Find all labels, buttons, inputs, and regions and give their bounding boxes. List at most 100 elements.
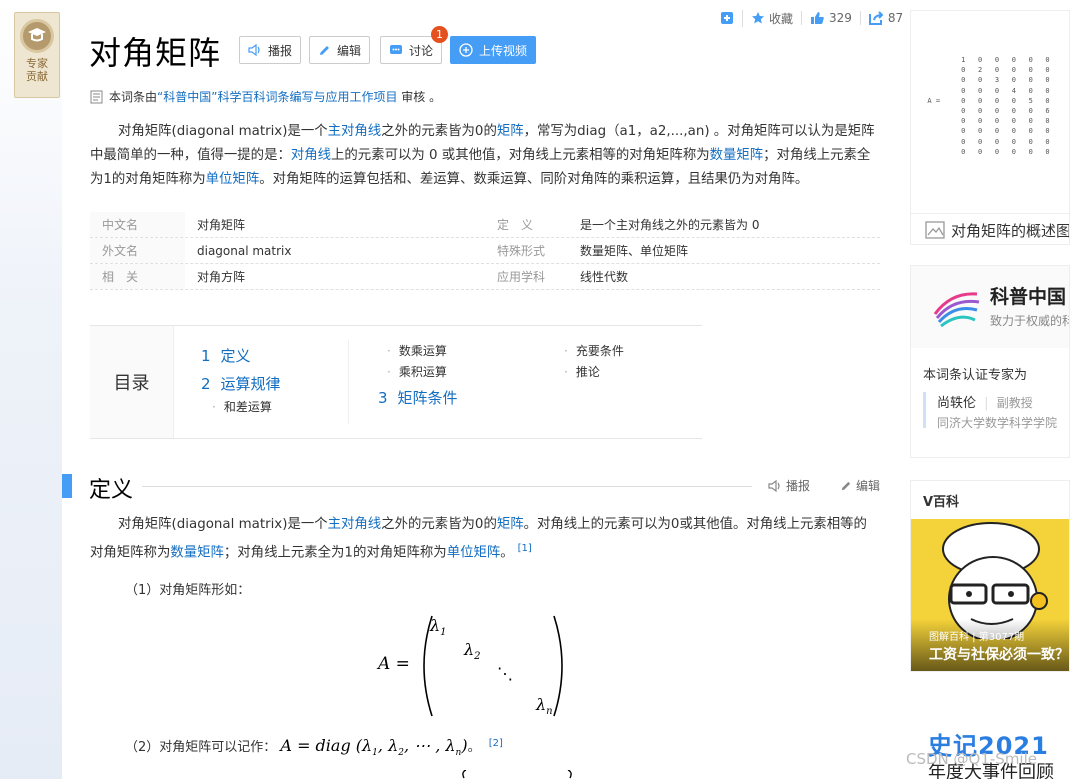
- video-thumbnail[interactable]: 图解百科 | 第3077期 工资与社保必须一致？: [911, 519, 1069, 671]
- expert-contribution-badge[interactable]: 专家 贡献: [14, 12, 60, 98]
- info-value: 对角方阵: [197, 270, 246, 284]
- page-title: 对角矩阵: [89, 34, 222, 72]
- expert-org: 同济大学数学科学学院: [937, 416, 1058, 430]
- info-key: 相 关: [90, 264, 185, 289]
- info-row: 相 关 对角方阵 应用学科 线性代数: [90, 264, 880, 290]
- vbaike-title: V百科: [923, 495, 960, 510]
- toc-sub-product[interactable]: 乘积运算: [387, 363, 447, 380]
- album-caption: 对角矩阵的概述图: [950, 221, 1070, 240]
- intro-text: 上的元素可以为 0 或其他值，对角线上元素相等的对角矩阵称为: [331, 148, 710, 163]
- info-value-link[interactable]: 线性代数: [580, 268, 880, 285]
- link-main-diagonal[interactable]: 主对角线: [328, 517, 382, 532]
- link-diagonal[interactable]: 对角线: [291, 148, 331, 163]
- section-edit-button[interactable]: 编辑: [840, 477, 880, 494]
- add-button[interactable]: [712, 11, 742, 25]
- info-value: 数量矩阵、单位矩阵: [580, 244, 689, 258]
- toc-separator: [348, 340, 349, 424]
- section-report-button[interactable]: 播报: [768, 477, 810, 494]
- lambda-1: λ1: [430, 616, 447, 639]
- expert-name-row[interactable]: 尚轶伦 | 副教授: [937, 392, 1033, 411]
- toc-sub-iff[interactable]: 充要条件: [564, 342, 624, 359]
- basic-info-table: 中文名 对角矩阵 定 义 是一个主对角线之外的元素皆为 0 外文名 diagon…: [90, 212, 880, 290]
- plus-circle-icon: [459, 43, 473, 57]
- section-edit-label: 编辑: [856, 479, 881, 493]
- table-of-contents: 目录 1 定义 2 运算规律 和差运算 数乘运算 乘积运算 3 矩阵条件 充要条件 推…: [90, 325, 702, 439]
- chat-icon: [390, 44, 402, 54]
- link-scalar-matrix[interactable]: 数量矩阵: [710, 148, 764, 163]
- video-tag: 图解百科 | 第3077期: [929, 632, 1025, 643]
- like-button[interactable]: 329: [801, 11, 860, 25]
- top-action-bar: 收藏 329 87: [712, 8, 911, 28]
- info-key: 中文名: [90, 212, 185, 237]
- toc-label: 矩阵条件: [397, 389, 458, 407]
- section-report-label: 播报: [786, 479, 811, 493]
- left-strip: [0, 0, 62, 779]
- review-suffix: 审核 。: [401, 90, 442, 104]
- info-key: 特殊形式: [497, 244, 546, 258]
- section-title: 定义: [89, 478, 134, 503]
- toc-label: 定义: [220, 347, 251, 365]
- section-header-definition: 定义 播报 编辑: [62, 472, 882, 503]
- kepu-slogan: 致力于权威的科学传播: [990, 314, 1069, 328]
- def-text: 。: [500, 545, 514, 561]
- plus-square-icon: [721, 12, 733, 24]
- math-a-equals: A =: [378, 654, 410, 674]
- upload-video-button[interactable]: 上传视频: [450, 36, 537, 64]
- kepu-logo-icon: [933, 292, 980, 328]
- kepu-card: 科普中国 致力于权威的科学传播 本词条认证专家为 尚轶伦 | 副教授 同济大学数…: [910, 265, 1070, 458]
- reference-2[interactable]: [2]: [489, 738, 503, 749]
- info-row: 中文名 对角矩阵 定 义 是一个主对角线之外的元素皆为 0: [90, 212, 880, 238]
- toc-item-definition[interactable]: 1 定义: [201, 345, 251, 366]
- item-2-text: （2）对角矩阵可以记作：: [125, 740, 277, 755]
- share-button[interactable]: 87: [859, 11, 911, 25]
- diag-formula: A = diag (λ1, λ2, ⋯ , λn): [280, 736, 468, 759]
- info-key: 定 义: [497, 218, 534, 232]
- album-caption-bar: 对角矩阵的概述图: [911, 213, 1070, 244]
- def-text: ；对角线上元素全为1的对角矩阵称为: [223, 545, 447, 561]
- share-count: 87: [887, 11, 904, 25]
- upload-label: 上传视频: [479, 43, 528, 58]
- link-scalar-matrix[interactable]: 数量矩阵: [170, 545, 224, 560]
- favorite-button[interactable]: 收藏: [742, 9, 801, 27]
- kepu-header[interactable]: 科普中国 致力于权威的科学传播: [911, 266, 1069, 348]
- toc-sub-scalar-mul[interactable]: 数乘运算: [387, 342, 447, 359]
- report-button[interactable]: 播报: [239, 36, 302, 64]
- review-prefix: 本词条由: [109, 90, 158, 104]
- next-matrix-parens: [462, 770, 572, 779]
- toc-item-rules[interactable]: 2 运算规律: [201, 373, 281, 394]
- info-value: 对角矩阵: [197, 218, 246, 232]
- speaker-icon: [768, 479, 780, 492]
- toc-num: 2: [201, 375, 211, 393]
- star-icon: [752, 12, 764, 24]
- link-main-diagonal[interactable]: 主对角线: [328, 124, 382, 139]
- video-title: 工资与社保必须一致？: [929, 647, 1069, 663]
- link-matrix[interactable]: 矩阵: [497, 124, 524, 139]
- intro-text: 之外的元素皆为0的: [381, 124, 497, 139]
- definition-paragraph: 对角矩阵(diagonal matrix)是一个主对角线之外的元素皆为0的矩阵。…: [90, 513, 880, 565]
- link-identity-matrix[interactable]: 单位矩阵: [206, 172, 260, 187]
- toc-sub-corollary[interactable]: 推论: [564, 363, 600, 380]
- lambda-n: λn: [536, 695, 553, 718]
- diagonal-dots: ⋱: [497, 664, 513, 683]
- item-1: （1）对角矩阵形如：: [125, 583, 251, 598]
- reference-1[interactable]: [1]: [518, 543, 532, 554]
- lambda-2: λ2: [464, 640, 481, 663]
- intro-text: 。对角矩阵的运算包括和、差运算、数乘运算、同阶对角阵的乘积运算，且结果仍为对角阵…: [259, 172, 809, 187]
- discuss-label: 讨论: [409, 43, 434, 58]
- link-matrix[interactable]: 矩阵: [497, 517, 524, 532]
- item-2: （2）对角矩阵可以记作： A = diag (λ1, λ2, ⋯ , λn)。 …: [125, 736, 503, 758]
- pencil-icon: [320, 45, 329, 55]
- info-key: 应用学科: [497, 270, 546, 284]
- review-note: 本词条由“科普中国”科学百科词条编写与应用工作项目 审核 。: [90, 88, 441, 105]
- toc-item-conditions[interactable]: 3 矩阵条件: [378, 387, 458, 408]
- toc-num: 1: [201, 347, 211, 365]
- link-identity-matrix[interactable]: 单位矩阵: [447, 545, 501, 560]
- review-org-link[interactable]: “科普中国”科学百科词条编写与应用工作项目: [157, 90, 397, 104]
- edit-button[interactable]: 编辑: [309, 36, 371, 64]
- info-row: 外文名 diagonal matrix 特殊形式 数量矩阵、单位矩阵: [90, 238, 880, 264]
- section-accent-bar: [62, 474, 72, 498]
- toc-sub-add[interactable]: 和差运算: [212, 398, 272, 415]
- expert-accent: [923, 392, 926, 428]
- album-card[interactable]: 1 0 0 0 0 0 0 2 0 0 0 0 0 0 3 0 0 0 0 0 …: [910, 10, 1070, 245]
- info-value: 是一个主对角线之外的元素皆为 0: [580, 218, 760, 232]
